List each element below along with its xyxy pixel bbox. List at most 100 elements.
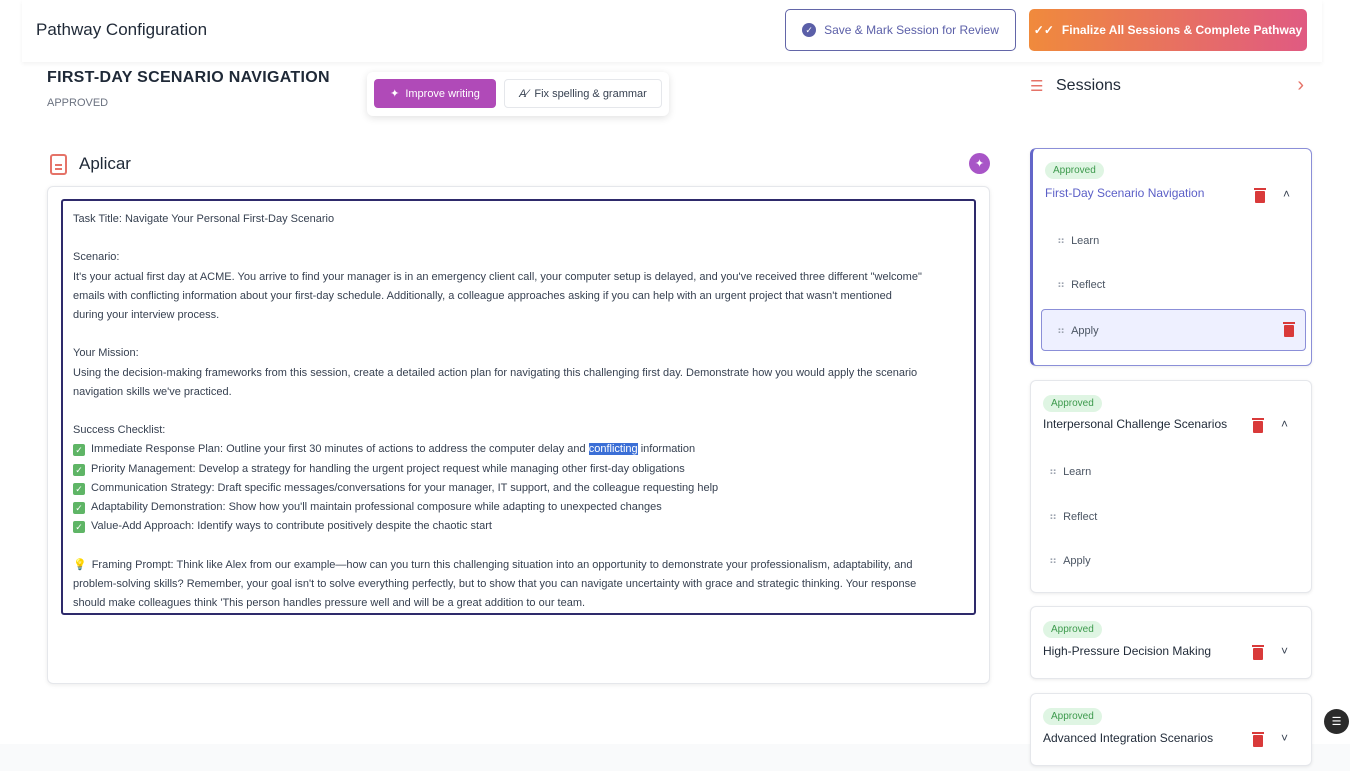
editor-line: Using the decision-making frameworks fro…: [73, 366, 918, 379]
page-title: Pathway Configuration: [36, 20, 208, 39]
session-item-reflect[interactable]: ⠶ Reflect: [1049, 510, 1097, 523]
approved-badge: Approved: [1043, 708, 1102, 725]
checkbox-icon: ✓: [73, 521, 85, 534]
session-item-apply: ⠶ Apply: [1057, 324, 1099, 337]
fix-spelling-grammar-button[interactable]: A⁄ Fix spelling & grammar: [504, 79, 662, 108]
editor-blank-line: [73, 536, 964, 555]
trash-icon[interactable]: [1252, 418, 1264, 433]
lightbulb-icon: 💡: [73, 558, 87, 571]
chevron-right-icon[interactable]: ›: [1297, 74, 1304, 97]
pathway-configuration-page: Pathway Configuration ✓ Save & Mark Sess…: [0, 0, 1350, 771]
session-card-high-pressure[interactable]: Approved High-Pressure Decision Making ˅: [1030, 606, 1312, 679]
document-icon: [50, 153, 67, 175]
section-label: Aplicar: [79, 154, 131, 173]
fix-spelling-grammar-label: Fix spelling & grammar: [534, 87, 647, 100]
approved-badge: Approved: [1045, 162, 1104, 179]
checklist-item: ✓ Immediate Response Plan: Outline your f…: [73, 440, 964, 459]
checklist-text: information: [637, 443, 696, 456]
editor-line: navigation skills we've practiced.: [73, 385, 232, 398]
trash-icon[interactable]: [1252, 732, 1264, 747]
section-heading: Aplicar: [50, 152, 131, 176]
drag-handle-icon[interactable]: ⠶: [1057, 325, 1065, 337]
editor-line: Your Mission:: [73, 347, 139, 360]
session-item-label: Apply: [1071, 325, 1099, 337]
framing-line: should make colleagues think 'This perso…: [73, 597, 586, 609]
session-title: FIRST-DAY SCENARIO NAVIGATION: [47, 69, 330, 86]
editor-line: Task Title: Navigate Your Personal First…: [73, 213, 335, 225]
trash-icon[interactable]: [1283, 322, 1295, 337]
session-item-learn[interactable]: ⠶ Learn: [1049, 465, 1091, 478]
session-card-title[interactable]: High-Pressure Decision Making: [1043, 644, 1211, 658]
spellcheck-icon: A⁄: [519, 87, 529, 100]
chevron-down-icon[interactable]: ˅: [1281, 731, 1288, 745]
sessions-title: Sessions: [1056, 77, 1121, 94]
editor-line: during your interview process.: [73, 309, 220, 321]
chat-widget-button[interactable]: ☰: [1324, 709, 1349, 734]
framing-line: 💡 Framing Prompt: Think like Alex from ou…: [73, 556, 964, 575]
editor-blank-line: [73, 402, 964, 421]
checkbox-icon: ✓: [73, 463, 85, 476]
checklist-text: Immediate Response Plan: Outline your fi…: [91, 443, 589, 456]
drag-handle-icon[interactable]: ⠶: [1049, 466, 1057, 478]
checklist-icon: ☰: [1030, 78, 1044, 95]
save-mark-review-button[interactable]: ✓ Save & Mark Session for Review: [785, 9, 1016, 51]
improve-writing-label: Improve writing: [405, 87, 480, 100]
checklist-text: Adaptability Demonstration: Show how you…: [91, 501, 662, 513]
checklist-item: ✓ Priority Management: Develop a strategy…: [73, 460, 964, 479]
editor-line: Success Checklist:: [73, 424, 166, 437]
drag-handle-icon[interactable]: ⠶: [1057, 279, 1065, 291]
ai-writing-toolbar: ✦ Improve writing A⁄ Fix spelling & gram…: [367, 72, 669, 116]
editor-line: It's your actual first day at ACME. You …: [73, 270, 922, 283]
checklist-item: ✓ Adaptability Demonstration: Show how yo…: [73, 498, 964, 517]
editor-blank-line: [73, 229, 964, 248]
double-check-icon: ✓✓: [1033, 23, 1054, 37]
session-card-advanced-integration[interactable]: Approved Advanced Integration Scenarios …: [1030, 693, 1312, 766]
session-item-apply[interactable]: ⠶ Apply: [1049, 554, 1091, 567]
session-item-label: Reflect: [1071, 279, 1106, 291]
approved-badge: Approved: [1043, 621, 1102, 638]
session-card-interpersonal[interactable]: Approved Interpersonal Challenge Scenari…: [1030, 380, 1312, 593]
chevron-up-icon[interactable]: ˄: [1281, 417, 1288, 431]
drag-handle-icon[interactable]: ⠶: [1057, 235, 1065, 247]
session-item-reflect[interactable]: ⠶ Reflect: [1057, 278, 1105, 291]
session-card-title[interactable]: Advanced Integration Scenarios: [1043, 731, 1213, 745]
session-item-label: Reflect: [1063, 511, 1098, 523]
sessions-sidebar-header: ☰ Sessions ›: [1030, 72, 1304, 100]
sparkle-icon: ✦: [974, 158, 985, 170]
session-item-learn[interactable]: ⠶ Learn: [1057, 234, 1099, 247]
ai-magic-button[interactable]: ✦: [969, 153, 990, 174]
content-editor[interactable]: Task Title: Navigate Your Personal First…: [61, 199, 976, 615]
drag-handle-icon[interactable]: ⠶: [1049, 555, 1057, 567]
session-card-title[interactable]: Interpersonal Challenge Scenarios: [1043, 417, 1227, 431]
save-mark-review-label: Save & Mark Session for Review: [824, 23, 999, 37]
session-card-title[interactable]: First-Day Scenario Navigation: [1045, 186, 1204, 200]
improve-writing-button[interactable]: ✦ Improve writing: [374, 79, 496, 108]
header-bar: Pathway Configuration ✓ Save & Mark Sess…: [22, 0, 1322, 62]
session-card-first-day[interactable]: Approved First-Day Scenario Navigation ˄…: [1030, 148, 1312, 366]
chat-icon: ☰: [1331, 716, 1342, 728]
session-status: APPROVED: [47, 97, 109, 109]
approved-badge: Approved: [1043, 395, 1102, 412]
checklist-item: ✓ Communication Strategy: Draft specific …: [73, 479, 964, 498]
session-item-apply-active[interactable]: ⠶ Apply: [1041, 309, 1306, 351]
trash-icon[interactable]: [1254, 188, 1266, 203]
session-item-label: Apply: [1063, 555, 1091, 567]
editor-blank-line: [73, 325, 964, 344]
checklist-text: Communication Strategy: Draft specific m…: [91, 481, 719, 494]
session-item-label: Learn: [1063, 466, 1092, 478]
drag-handle-icon[interactable]: ⠶: [1049, 511, 1057, 523]
trash-icon[interactable]: [1252, 645, 1264, 660]
checkbox-icon: ✓: [73, 444, 85, 457]
finalize-pathway-button[interactable]: ✓✓ Finalize All Sessions & Complete Path…: [1029, 9, 1307, 51]
checklist-text: Priority Management: Develop a strategy …: [91, 462, 685, 475]
chevron-down-icon[interactable]: ˅: [1281, 644, 1288, 658]
checkbox-icon: ✓: [73, 482, 85, 495]
sparkle-icon: ✦: [390, 88, 400, 100]
session-item-label: Learn: [1071, 235, 1100, 247]
checkbox-icon: ✓: [73, 502, 85, 514]
finalize-pathway-label: Finalize All Sessions & Complete Pathway: [1061, 23, 1303, 37]
editor-line: emails with conflicting information abou…: [73, 289, 892, 302]
chevron-up-icon[interactable]: ˄: [1283, 187, 1290, 201]
framing-line: problem-solving skills? Remember, your g…: [73, 577, 917, 590]
checklist-item: ✓ Value-Add Approach: Identify ways to co…: [73, 517, 964, 536]
